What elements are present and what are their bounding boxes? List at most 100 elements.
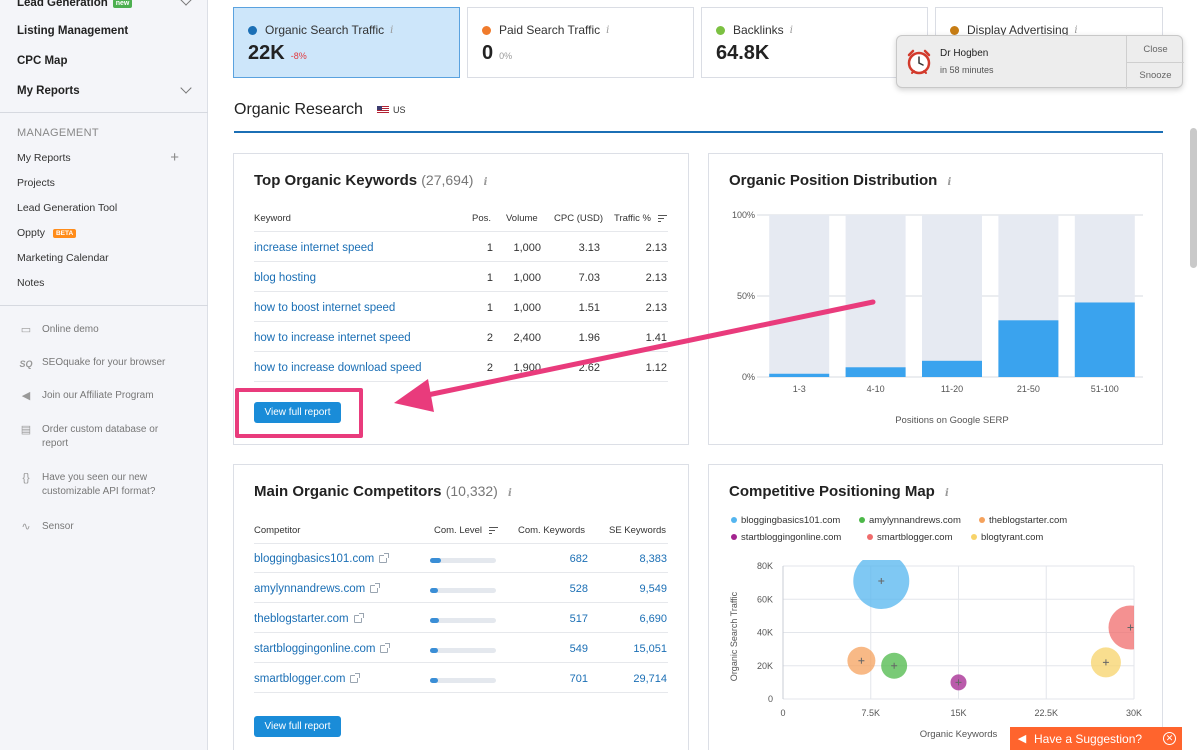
keyword-link[interactable]: how to increase internet speed [254, 332, 411, 344]
sidebar-tool-label: Sensor [42, 521, 74, 532]
legend-label[interactable]: amylynnandrews.com [869, 515, 961, 526]
keyword-cpc: 7.03 [578, 272, 600, 284]
bar-4-10[interactable] [845, 367, 906, 377]
external-link-icon[interactable] [350, 673, 361, 683]
competitor-link[interactable]: smartblogger.com [254, 673, 361, 685]
info-icon[interactable]: i [484, 177, 488, 188]
suggestion-button[interactable]: ◀ Have a Suggestion? ✕ [1010, 727, 1182, 750]
bubble-layer [847, 560, 1134, 691]
sidebar-item-label: Listing Management [17, 25, 129, 37]
metric-card-paid-search-traffic[interactable]: Paid Search Traffic i 0 0% [467, 7, 694, 78]
metric-card-backlinks[interactable]: Backlinks i 64.8K [701, 7, 928, 78]
se-keywords-link[interactable]: 6,690 [604, 613, 667, 625]
keyword-link[interactable]: blog hosting [254, 272, 316, 284]
bar-11-20[interactable] [922, 360, 982, 377]
info-icon[interactable]: i [790, 25, 793, 36]
sidebar-tool-label: Order custom database or report [42, 424, 159, 449]
position-distribution-chart: 0% 50% 100% 1-3 4-10 11-20 21-50 51-100 Position… [732, 210, 1143, 426]
sidebar-item-my-reports-mgmt[interactable]: My Reports + [17, 149, 197, 166]
legend-label[interactable]: bloggingbasics101.com [741, 515, 840, 526]
legend-label[interactable]: smartblogger.com [877, 532, 953, 543]
se-keywords-link[interactable]: 9,549 [604, 583, 667, 595]
bar-51-100[interactable] [1074, 302, 1135, 377]
info-icon[interactable]: i [508, 488, 512, 499]
info-icon[interactable]: i [390, 25, 393, 36]
x-tick-label: 1-3 [793, 384, 806, 394]
keyword-link[interactable]: increase internet speed [254, 242, 374, 254]
sidebar-tool-seoquake[interactable]: SQ SEOquake for your browser [17, 356, 197, 371]
sort-icon[interactable] [657, 213, 667, 224]
com-keywords-link[interactable]: 528 [534, 583, 588, 595]
com-keywords-link[interactable]: 549 [534, 643, 588, 655]
sidebar-tool-custom-database[interactable]: ▤ Order custom database or report [17, 423, 167, 451]
sidebar-tool-online-demo[interactable]: ▭ Online demo [17, 323, 197, 337]
col-header-cpc[interactable]: CPC (USD) [554, 213, 603, 224]
legend-label[interactable]: startbloggingonline.com [741, 532, 841, 543]
sidebar-item-marketing-calendar[interactable]: Marketing Calendar [17, 252, 197, 264]
snooze-button[interactable]: Snooze [1127, 62, 1184, 88]
sidebar-item-listing-management[interactable]: Listing Management [0, 16, 208, 46]
se-keywords-link[interactable]: 29,714 [604, 673, 667, 685]
keyword-link[interactable]: how to boost internet speed [254, 302, 395, 314]
col-header-competitor[interactable]: Competitor [254, 525, 300, 536]
keyword-position: 1 [486, 302, 493, 314]
bar-background [845, 215, 906, 377]
close-icon[interactable]: ✕ [1163, 732, 1176, 745]
sidebar-item-projects[interactable]: Projects [17, 177, 197, 189]
sidebar-item-label: Projects [17, 177, 55, 189]
seoquake-icon: SQ [19, 359, 33, 369]
chevron-down-icon[interactable] [180, 0, 192, 6]
competitor-domain: smartblogger.com [254, 673, 346, 685]
external-link-icon[interactable] [379, 553, 390, 563]
keyword-link[interactable]: how to increase download speed [254, 362, 422, 374]
scrollbar[interactable] [1190, 128, 1197, 268]
se-keywords-link[interactable]: 15,051 [604, 643, 667, 655]
competitor-link[interactable]: theblogstarter.com [254, 613, 364, 625]
competitor-link[interactable]: startbloggingonline.com [254, 643, 391, 655]
com-keywords-link[interactable]: 682 [534, 553, 588, 565]
external-link-icon[interactable] [380, 643, 391, 653]
chevron-down-icon[interactable] [180, 82, 192, 94]
legend-label[interactable]: blogtyrant.com [981, 532, 1043, 543]
sidebar-item-lead-generation-tool[interactable]: Lead Generation Tool [17, 202, 197, 214]
legend-marker [859, 517, 865, 523]
external-link-icon[interactable] [370, 583, 381, 593]
keyword-traffic: 2.13 [645, 302, 667, 314]
series-dot [950, 25, 959, 35]
row-divider [254, 572, 668, 573]
sidebar-item-my-reports[interactable]: My Reports [0, 76, 208, 106]
bar-1-3[interactable] [769, 373, 830, 377]
sidebar-item-notes[interactable]: Notes [17, 277, 197, 289]
row-divider [254, 261, 668, 262]
sidebar-tool-affiliate[interactable]: ◀ Join our Affiliate Program [17, 389, 197, 403]
sort-icon[interactable] [488, 525, 498, 536]
legend-label[interactable]: theblogstarter.com [989, 515, 1067, 526]
close-button[interactable]: Close [1127, 36, 1184, 62]
keyword-traffic: 2.13 [645, 242, 667, 254]
col-header-com-level[interactable]: Com. Level [434, 525, 498, 536]
se-keywords-link[interactable]: 8,383 [604, 553, 667, 565]
sidebar-item-cpc-map[interactable]: CPC Map [0, 46, 208, 76]
col-header-se-keywords[interactable]: SE Keywords [609, 525, 666, 536]
competitor-link[interactable]: bloggingbasics101.com [254, 553, 390, 565]
bar-21-50[interactable] [998, 320, 1059, 377]
col-header-traffic[interactable]: Traffic % [614, 213, 667, 224]
calendar-notification: Dr Hogben in 58 minutes Close Snooze [896, 35, 1184, 89]
com-keywords-link[interactable]: 517 [534, 613, 588, 625]
view-full-report-button[interactable]: View full report [254, 716, 341, 737]
sidebar-tool-api-format[interactable]: {} Have you seen our new customizable AP… [17, 471, 167, 499]
col-header-pos[interactable]: Pos. [472, 213, 491, 224]
competitor-link[interactable]: amylynnandrews.com [254, 583, 381, 595]
external-link-icon[interactable] [353, 613, 364, 623]
col-header-com-keywords[interactable]: Com. Keywords [518, 525, 585, 536]
metric-card-organic-search-traffic[interactable]: Organic Search Traffic i 22K -8% [233, 7, 460, 78]
plus-icon[interactable]: + [170, 149, 179, 166]
info-icon[interactable]: i [606, 25, 609, 36]
col-header-keyword[interactable]: Keyword [254, 213, 291, 224]
sidebar-tool-sensor[interactable]: ∿ Sensor [17, 520, 197, 534]
braces-icon: {} [22, 472, 30, 484]
com-keywords-link[interactable]: 701 [534, 673, 588, 685]
sidebar-item-oppty[interactable]: Oppty BETA [17, 227, 197, 239]
col-header-volume[interactable]: Volume [506, 213, 538, 224]
info-icon[interactable]: i [1074, 25, 1077, 36]
